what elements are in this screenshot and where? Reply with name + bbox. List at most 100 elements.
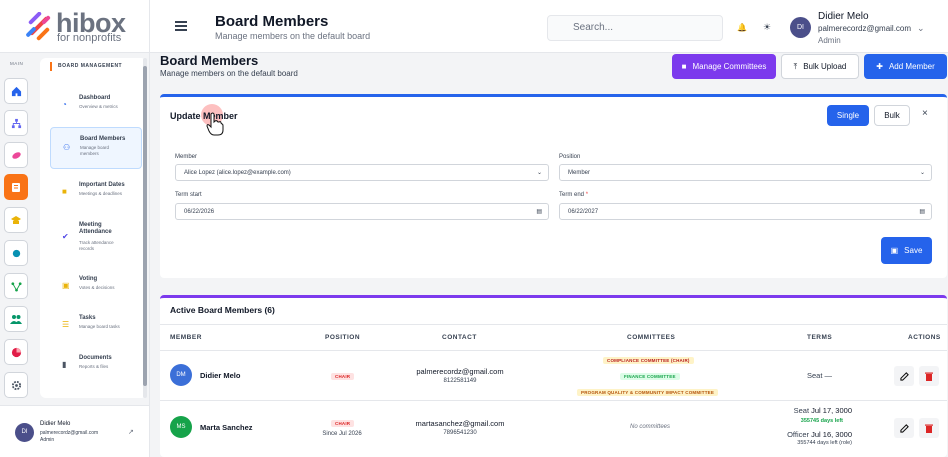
user-avatar[interactable]: DI (790, 17, 811, 38)
no-committees-text: No committees (630, 424, 671, 430)
users-icon: ⚇ (63, 143, 71, 152)
position-badge: CHAIR (331, 420, 355, 427)
user-name[interactable]: Didier Melo (818, 11, 869, 22)
users-icon[interactable] (4, 306, 28, 332)
header-title: Board Members (215, 13, 329, 30)
graduation-icon[interactable] (4, 207, 28, 233)
flow-icon[interactable] (4, 273, 28, 299)
sidebar-item-desc: Manage board members (80, 145, 110, 156)
delete-icon[interactable] (919, 418, 939, 438)
delete-icon[interactable] (919, 366, 939, 386)
logo[interactable]: hibox for nonprofits (24, 8, 126, 44)
term-start-input[interactable]: 06/22/2026 ▤ (175, 203, 549, 220)
search-input[interactable]: Search... (547, 15, 723, 41)
avatar[interactable]: DI (15, 423, 34, 442)
sidebar-scrollbar-thumb[interactable] (143, 66, 147, 386)
sidebar-item-title: Meeting Attendance (79, 222, 112, 235)
term-seat-date: Jul 17, 3000 (811, 406, 852, 415)
sidebar-item-desc: Votes & decisions (79, 285, 115, 290)
manage-committees-button[interactable]: ■ Manage Committees (672, 54, 776, 79)
column-header-contact[interactable]: CONTACT (442, 334, 477, 341)
position-select[interactable]: Member ⌄ (559, 164, 932, 181)
add-member-button[interactable]: ✚ Add Member (864, 54, 947, 79)
term-officer-label: Officer (787, 430, 810, 439)
calendar-icon[interactable]: ▤ (536, 208, 542, 215)
term-officer-left: 355744 days left (role) (797, 440, 852, 446)
org-chart-icon[interactable] (4, 110, 28, 136)
chevron-down-icon: ⌄ (536, 170, 542, 176)
column-header-position[interactable]: POSITION (325, 334, 360, 341)
sidebar-item-title: Documents (79, 355, 112, 361)
sidebar-item-voting[interactable]: ▣ Voting Votes & decisions (50, 271, 142, 303)
brand-tagline: for nonprofits (57, 32, 122, 44)
chevron-down-icon: ⌄ (919, 170, 925, 176)
column-header-committees[interactable]: COMMITTEES (627, 334, 675, 341)
close-icon[interactable]: × (922, 108, 928, 119)
logout-icon[interactable]: ↗ (128, 428, 134, 436)
rail-label: MAIN (10, 61, 24, 66)
column-header-actions[interactable]: ACTIONS (908, 334, 941, 341)
table-title: Active Board Members (6) (170, 305, 275, 315)
sidebar-item-title: Tasks (79, 315, 96, 321)
sidebar-item-desc: Overview & metrics (79, 104, 118, 109)
sidebar-item-board-members[interactable]: ⚇ Board Members Manage board members (50, 127, 142, 169)
term-officer: Officer Jul 16, 3000 (770, 430, 852, 439)
calendar-icon[interactable]: ▤ (919, 208, 925, 215)
member-email: palmerecordz@gmail.com (416, 367, 504, 376)
position-value: Member (568, 170, 591, 176)
sidebar-item-title: Voting (79, 276, 98, 282)
member-value: Alice Lopez (alice.lopez@example.com) (184, 170, 291, 176)
page-subtitle: Manage members on the default board (160, 69, 298, 78)
home-icon[interactable] (4, 78, 28, 104)
sidebar-item-desc: Track attendance records (79, 240, 114, 251)
sidebar-item-title: Board Members (80, 136, 126, 142)
avatar: MS (170, 416, 192, 438)
position-since: Since Jul 2026 (322, 431, 362, 437)
menu-toggle-icon[interactable] (175, 21, 187, 31)
bulk-mode-button[interactable]: Bulk (874, 105, 910, 126)
edit-icon[interactable] (894, 418, 914, 438)
term-seat-left: 355745 days left (800, 418, 843, 424)
chevron-down-icon[interactable]: ⌄ (917, 23, 925, 34)
theme-toggle-icon[interactable]: ☀ (763, 22, 771, 33)
header-subtitle: Manage members on the default board (215, 31, 371, 41)
sidebar-item-important-dates[interactable]: ■ Important Dates Meetings & deadlines (50, 177, 142, 209)
member-name[interactable]: Didier Melo (200, 371, 240, 380)
term-seat-label: Seat (793, 406, 810, 415)
member-phone: 8122581149 (443, 378, 477, 384)
sidebar-heading: BOARD MANAGEMENT (58, 63, 123, 69)
bottom-user-role: Admin (40, 437, 55, 443)
term-seat: Seat Jul 17, 3000 (780, 406, 852, 415)
save-button[interactable]: ▣ Save (881, 237, 932, 264)
required-marker: * (585, 192, 589, 198)
committee-badge: PROGRAM QUALITY & COMMUNITY IMPACT COMMI… (577, 389, 719, 396)
sidebar-item-meeting-attendance[interactable]: ✔ Meeting Attendance Track attendance re… (50, 217, 142, 259)
member-select[interactable]: Alice Lopez (alice.lopez@example.com) ⌄ (175, 164, 549, 181)
term-end-input[interactable]: 06/22/2027 ▤ (559, 203, 932, 220)
column-header-terms[interactable]: TERMS (807, 334, 832, 341)
page-title: Board Members (160, 53, 259, 68)
board-icon[interactable] (4, 174, 28, 200)
pie-chart-icon[interactable] (4, 339, 28, 365)
gear-icon[interactable] (4, 372, 28, 398)
column-header-member[interactable]: MEMBER (170, 334, 202, 341)
manage-committees-label: Manage Committees (692, 62, 767, 71)
avatar: DM (170, 364, 192, 386)
sidebar-item-desc: Meetings & deadlines (79, 191, 123, 196)
sidebar-item-tasks[interactable]: ☰ Tasks Manage board tasks (50, 310, 142, 342)
bell-icon[interactable]: 🔔 (737, 23, 747, 32)
divider (160, 400, 947, 401)
sidebar-divider (149, 0, 150, 457)
bulk-upload-button[interactable]: ⤒ Bulk Upload (781, 54, 859, 79)
hand-cursor-icon (206, 112, 224, 136)
user-email: palmerecordz@gmail.com (818, 24, 912, 33)
circle-icon[interactable] (4, 240, 28, 266)
handshake-icon[interactable] (4, 142, 28, 168)
sidebar-item-dashboard[interactable]: ◔ Dashboard Overview & metrics (50, 90, 142, 122)
sidebar-item-documents[interactable]: ▮ Documents Reports & files (50, 350, 142, 382)
save-icon: ▣ (890, 246, 899, 255)
member-name[interactable]: Marta Sanchez (200, 423, 253, 432)
single-mode-button[interactable]: Single (827, 105, 869, 126)
member-email: martasanchez@gmail.com (415, 419, 505, 428)
edit-icon[interactable] (894, 366, 914, 386)
